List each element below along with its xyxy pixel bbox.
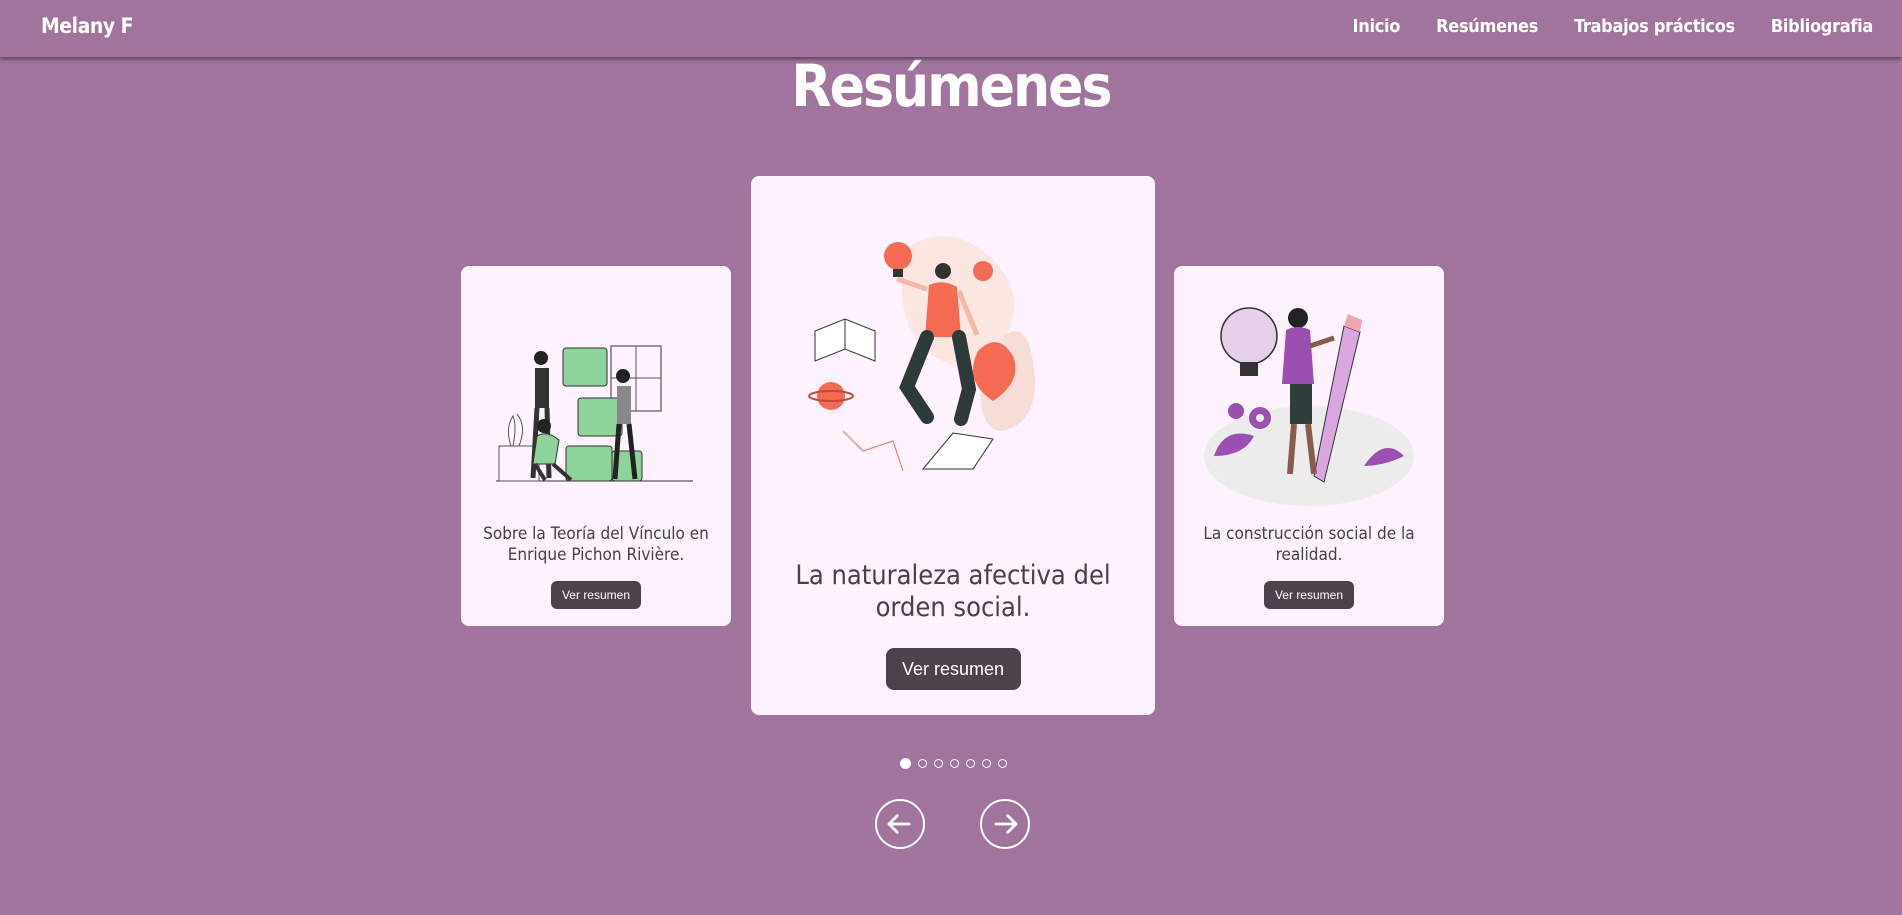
nav-link-inicio[interactable]: Inicio	[1353, 16, 1401, 37]
teamwork-boxes-illustration	[496, 345, 693, 482]
brand-logo[interactable]: Melany F	[41, 14, 134, 38]
pagination-dot[interactable]	[949, 759, 959, 768]
ver-resumen-button[interactable]: Ver resumen	[885, 648, 1021, 690]
pagination-dot[interactable]	[917, 759, 927, 768]
carousel-pagination	[0, 758, 1902, 769]
summary-card-vinculo: Sobre la Teoría del Vínculo en Enrique P…	[461, 266, 731, 626]
carousel-prev-button[interactable]	[875, 799, 925, 849]
ver-resumen-button[interactable]: Ver resumen	[1264, 581, 1354, 609]
nav-link-trabajos-practicos[interactable]: Trabajos prácticos	[1574, 16, 1735, 37]
pagination-dot[interactable]	[965, 759, 975, 768]
woman-with-pencil-illustration	[1204, 307, 1414, 506]
page-title: Resúmenes	[791, 52, 1112, 120]
card-title: La construcción social de la realidad.	[1203, 524, 1415, 566]
card-title: La naturaleza afectiva del orden social.	[795, 560, 1111, 624]
top-navbar: Melany F Inicio Resúmenes Trabajos práct…	[0, 0, 1902, 57]
card-title: Sobre la Teoría del Vínculo en Enrique P…	[483, 524, 709, 566]
main-nav: Inicio Resúmenes Trabajos prácticos Bibl…	[1353, 16, 1874, 37]
pagination-dot[interactable]	[981, 759, 991, 768]
arrow-left-icon	[887, 814, 911, 834]
pagination-dot[interactable]	[997, 759, 1007, 768]
summary-card-construccion-social: La construcción social de la realidad. V…	[1174, 266, 1444, 626]
pagination-dot[interactable]	[933, 759, 943, 768]
carousel-next-button[interactable]	[980, 799, 1030, 849]
creative-person-lightbulbs-illustration	[808, 236, 1035, 472]
arrow-right-icon	[994, 814, 1018, 834]
nav-link-bibliografia[interactable]: Bibliografia	[1771, 16, 1873, 37]
nav-link-resumenes[interactable]: Resúmenes	[1436, 16, 1538, 37]
pagination-dot[interactable]	[899, 758, 911, 769]
summary-card-naturaleza-afectiva: La naturaleza afectiva del orden social.…	[751, 176, 1155, 715]
ver-resumen-button[interactable]: Ver resumen	[551, 581, 641, 609]
